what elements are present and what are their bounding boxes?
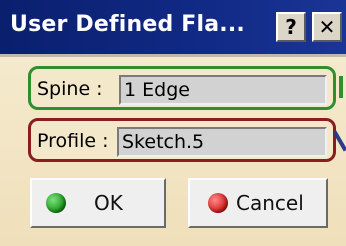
ok-label: OK [94,191,123,215]
close-button[interactable]: ✕ [312,12,342,42]
cancel-label: Cancel [236,191,304,215]
dialog-window: User Defined Fla... ? ✕ Spine : 1 Edge P… [0,0,346,246]
profile-label: Profile : [37,130,109,152]
help-button[interactable]: ? [276,12,306,42]
title-bar[interactable]: User Defined Fla... ? ✕ [0,0,346,54]
green-dot-icon [46,193,66,213]
red-dot-icon [208,193,228,213]
cancel-button[interactable]: Cancel [188,178,328,228]
title-divider [0,54,346,57]
spine-callout-mark [339,76,343,98]
spine-row: Spine : 1 Edge [28,66,336,110]
spine-label: Spine : [37,78,103,100]
profile-row: Profile : Sketch.5 [28,118,336,162]
dialog-title: User Defined Fla... [10,12,245,37]
ok-button[interactable]: OK [30,178,166,228]
spine-field[interactable]: 1 Edge [119,75,327,105]
profile-field[interactable]: Sketch.5 [117,127,327,157]
